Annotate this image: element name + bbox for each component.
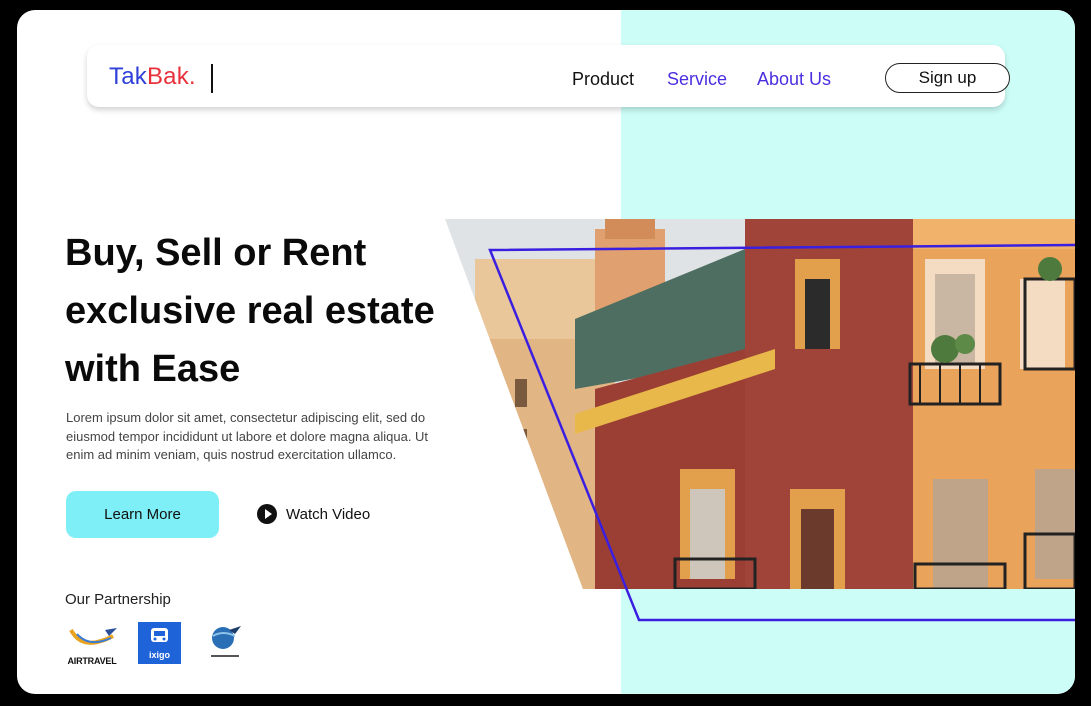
- watch-video-button[interactable]: Watch Video: [257, 503, 370, 525]
- brand-part1: Tak: [109, 63, 147, 90]
- nav-link-about[interactable]: About Us: [757, 69, 831, 90]
- hero-title-line2: exclusive real estate: [65, 290, 435, 332]
- airtravel-swoosh-icon: [69, 628, 117, 645]
- partnership-title: Our Partnership: [65, 591, 171, 608]
- airtravel-label: AIRTRAVEL: [67, 656, 117, 666]
- hero-title-line3: with Ease: [65, 348, 241, 390]
- navbar: TakBak. Product Service About Us Sign up: [87, 45, 1010, 107]
- brand-dot: .: [188, 63, 196, 90]
- nav-link-service[interactable]: Service: [667, 69, 727, 90]
- hero-title-line1: Buy, Sell or Rent: [65, 232, 367, 274]
- ixigo-label: ixigo: [148, 650, 170, 660]
- nav-link-product[interactable]: Product: [572, 69, 634, 90]
- airtravel-logo: AIRTRAVEL: [63, 622, 121, 666]
- brand-logo[interactable]: TakBak.: [109, 63, 196, 91]
- travel-globe-logo: [207, 622, 243, 662]
- building-illustration: [445, 219, 1075, 589]
- hero-title: Buy, Sell or Rent exclusive real estate …: [65, 224, 485, 398]
- learn-more-button[interactable]: Learn More: [66, 491, 219, 538]
- globe-plane-icon: [211, 626, 241, 657]
- watch-video-label: Watch Video: [286, 505, 371, 523]
- logo-divider: [211, 64, 213, 93]
- ixigo-train-icon: [151, 628, 168, 642]
- hero-image: [445, 219, 1075, 589]
- landing-page-card: TakBak. Product Service About Us Sign up…: [17, 10, 1075, 694]
- ixigo-logo: ixigo: [138, 622, 181, 664]
- brand-part2: Bak: [146, 63, 189, 90]
- hero-description: Lorem ipsum dolor sit amet, consectetur …: [66, 410, 429, 462]
- signup-button[interactable]: Sign up: [885, 63, 1010, 93]
- play-icon: [257, 504, 277, 524]
